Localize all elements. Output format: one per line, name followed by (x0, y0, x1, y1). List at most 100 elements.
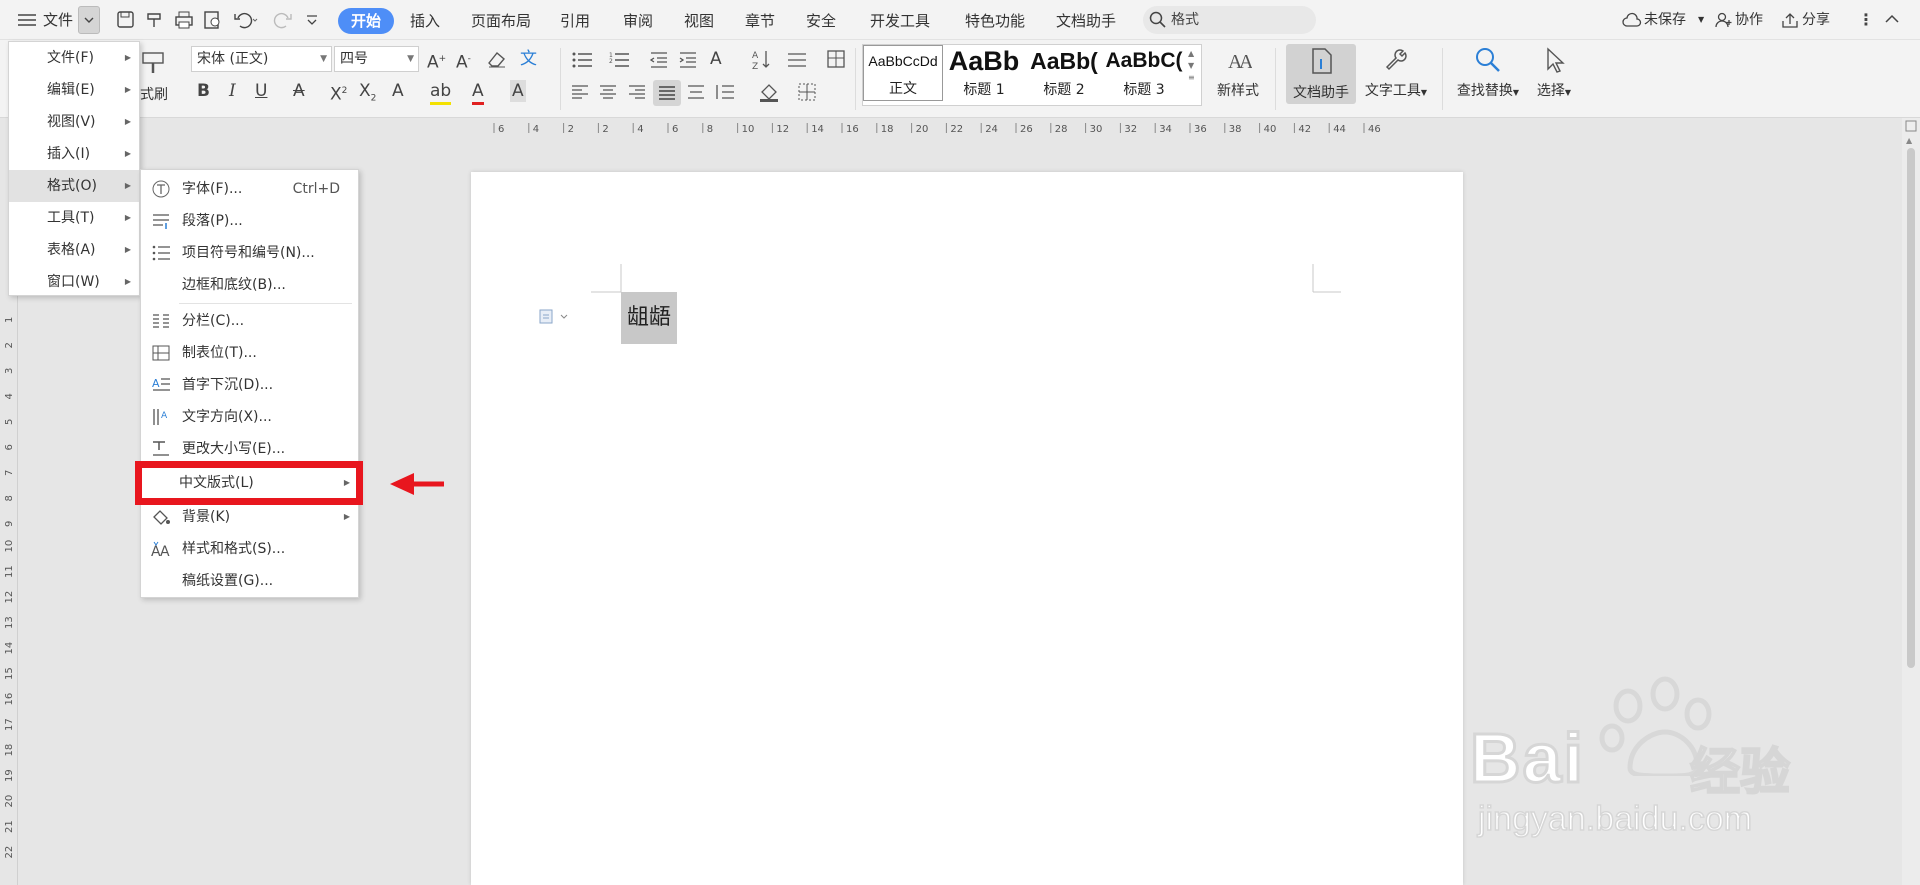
menu-item-format[interactable]: 格式(O) ▶ (9, 170, 139, 202)
underline-icon[interactable]: U (255, 80, 267, 102)
tab-doc-assistant[interactable]: 文档助手 (1052, 8, 1120, 34)
format-submenu: 字体(F)... Ctrl+D 段落(P)... 项目符号和编号(N)... 边… (140, 169, 359, 598)
ruler-label: 28 (1055, 124, 1068, 135)
table-icon[interactable] (826, 49, 846, 69)
align-left-icon[interactable] (570, 84, 590, 100)
submenu-item-paragraph[interactable]: 段落(P)... (141, 205, 358, 237)
format-painter-small-icon[interactable] (145, 10, 165, 30)
tab-developer[interactable]: 开发工具 (866, 8, 934, 34)
style-normal[interactable]: AaBbCcDd 正文 (863, 45, 943, 101)
scrollbar-thumb[interactable] (1907, 148, 1915, 668)
font-size-select[interactable]: 四号 ▼ (334, 46, 419, 72)
decrease-indent-icon[interactable] (649, 51, 669, 69)
submenu-item-columns[interactable]: 分栏(C)... (141, 305, 358, 337)
strikethrough-icon[interactable]: A (293, 80, 305, 102)
bullet-list-icon[interactable] (572, 51, 594, 69)
align-right-icon[interactable] (627, 84, 647, 100)
text-effect-icon[interactable]: A (392, 80, 404, 102)
tab-insert[interactable]: 插入 (406, 8, 444, 34)
format-painter-icon[interactable] (140, 50, 166, 76)
submenu-item-bullets-numbering[interactable]: 项目符号和编号(N)... (141, 237, 358, 269)
style-heading-1[interactable]: AaBb 标题 1 (944, 45, 1024, 101)
collapse-ribbon-icon[interactable] (1884, 12, 1900, 26)
shading-icon[interactable] (758, 82, 782, 102)
menu-item-view[interactable]: 视图(V) ▶ (9, 106, 139, 138)
paste-options-icon[interactable] (539, 307, 571, 325)
ruler-toggle-icon[interactable] (1905, 120, 1917, 132)
submenu-item-font[interactable]: 字体(F)... Ctrl+D (141, 173, 358, 205)
font-name-select[interactable]: 宋体 (正文) ▼ (191, 46, 332, 72)
quick-access-more-icon[interactable] (305, 13, 319, 27)
doc-assistant-button[interactable]: 文档助手 (1286, 44, 1356, 104)
submenu-item-background[interactable]: 背景(K) ▶ (141, 501, 358, 533)
undo-icon[interactable] (233, 10, 259, 30)
align-center-icon[interactable] (598, 84, 618, 100)
justify-icon (657, 85, 677, 101)
increase-font-size-icon[interactable]: A+ (427, 48, 446, 74)
highlight-color-icon[interactable]: ab (430, 80, 452, 105)
tab-chapter[interactable]: 章节 (741, 8, 779, 34)
phonetic-guide-icon[interactable]: 文 (520, 48, 537, 70)
style-heading-3[interactable]: AaBbC( 标题 3 (1104, 45, 1184, 101)
menu-dropdown-toggle[interactable] (78, 6, 100, 34)
tab-home[interactable]: 开始 (338, 8, 395, 34)
submenu-item-styles-formatting[interactable]: AA 样式和格式(S)... (141, 533, 358, 565)
tab-view[interactable]: 视图 (680, 8, 718, 34)
submenu-item-text-direction[interactable]: A 文字方向(X)... (141, 401, 358, 433)
distributed-align-icon[interactable] (686, 84, 706, 100)
style-heading-2[interactable]: AaBb( 标题 2 (1025, 45, 1103, 101)
ruler-label: 13 (4, 616, 15, 629)
selected-text[interactable]: 龃龉 (621, 292, 677, 344)
submenu-item-drop-cap[interactable]: A 首字下沉(D)... (141, 369, 358, 401)
vertical-scrollbar[interactable]: ▲ (1902, 118, 1920, 885)
ruler-label: 11 (4, 565, 15, 578)
annotation-arrow-icon (390, 473, 444, 495)
numbered-list-icon[interactable]: 12 (609, 51, 631, 69)
char-shading-icon[interactable]: A (510, 80, 526, 102)
new-style-icon: AA (1226, 46, 1252, 72)
justify-button[interactable] (653, 80, 681, 106)
select-button[interactable]: 选择▼ (1528, 44, 1580, 102)
submenu-item-tab-stops[interactable]: 制表位(T)... (141, 337, 358, 369)
collaborate-label: 协作 (1735, 12, 1763, 28)
increase-indent-icon[interactable] (678, 51, 698, 69)
ruler-label: 2 (568, 124, 574, 135)
tab-references[interactable]: 引用 (556, 8, 594, 34)
menu-item-file[interactable]: 文件(F) ▶ (9, 42, 139, 74)
text-tools-button[interactable]: 文字工具▼ (1360, 44, 1432, 102)
tab-review[interactable]: 审阅 (619, 8, 657, 34)
new-style-button[interactable]: AA 新样式 (1208, 44, 1268, 102)
find-replace-button[interactable]: 查找替换▼ (1450, 44, 1526, 102)
menu-item-window[interactable]: 窗口(W) ▶ (9, 266, 139, 298)
more-options-icon[interactable]: ⋮ (1858, 10, 1874, 29)
document-page[interactable]: 龃龉 (471, 172, 1463, 885)
scroll-up-arrow-icon[interactable]: ▲ (1906, 136, 1912, 145)
redo-icon[interactable] (273, 10, 293, 30)
menu-item-edit[interactable]: 编辑(E) ▶ (9, 74, 139, 106)
line-spacing-icon[interactable] (786, 51, 808, 69)
print-preview-icon[interactable] (203, 10, 223, 30)
tab-page-layout[interactable]: 页面布局 (467, 8, 535, 34)
menu-item-tools[interactable]: 工具(T) ▶ (9, 202, 139, 234)
tab-security[interactable]: 安全 (802, 8, 840, 34)
style-gallery-scroll-icon[interactable]: ▲ ▼ ≡ (1188, 48, 1195, 84)
bold-icon[interactable]: B (197, 80, 210, 102)
clear-format-icon[interactable] (486, 49, 508, 69)
subscript-icon[interactable]: X2 (359, 80, 376, 109)
chinese-layout-icon[interactable]: A (710, 48, 722, 70)
save-icon[interactable] (116, 10, 136, 30)
tab-special-features[interactable]: 特色功能 (961, 8, 1029, 34)
menu-item-insert[interactable]: 插入(I) ▶ (9, 138, 139, 170)
submenu-item-borders-shading[interactable]: 边框和底纹(B)... (141, 269, 358, 301)
borders-icon[interactable] (797, 82, 817, 102)
search-box[interactable]: 格式 (1143, 6, 1316, 34)
paragraph-spacing-icon[interactable] (714, 84, 736, 100)
menu-item-table[interactable]: 表格(A) ▶ (9, 234, 139, 266)
decrease-font-size-icon[interactable]: A- (456, 48, 471, 74)
submenu-item-manuscript-settings[interactable]: 稿纸设置(G)... (141, 565, 358, 597)
superscript-icon[interactable]: X2 (330, 80, 347, 106)
italic-icon[interactable]: I (229, 80, 236, 102)
font-color-icon[interactable]: A (472, 80, 484, 105)
print-icon[interactable] (174, 10, 194, 30)
sort-icon[interactable]: AZ (752, 49, 772, 71)
